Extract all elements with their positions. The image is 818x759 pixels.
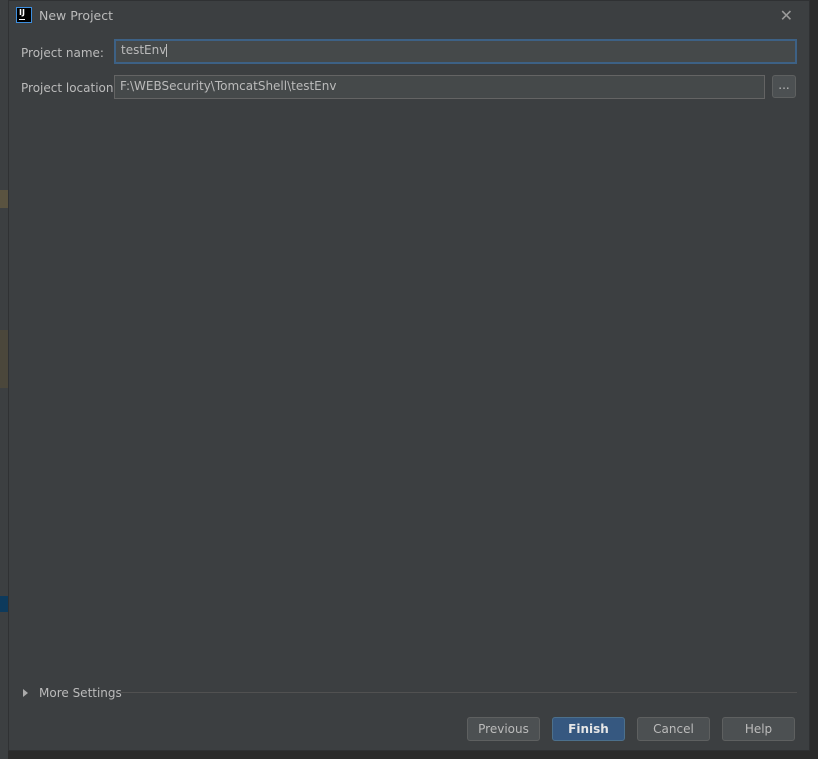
ide-background-highlight bbox=[0, 190, 8, 208]
close-icon[interactable]: ✕ bbox=[780, 6, 793, 25]
ide-background-highlight bbox=[0, 596, 8, 612]
text-caret bbox=[166, 44, 168, 57]
more-settings-toggle[interactable]: More Settings bbox=[23, 686, 122, 700]
previous-button[interactable]: Previous bbox=[467, 717, 540, 741]
divider bbox=[121, 692, 797, 693]
help-button[interactable]: Help bbox=[722, 717, 795, 741]
project-name-label: Project name: bbox=[21, 46, 104, 60]
project-name-input[interactable]: testEnv bbox=[114, 39, 797, 64]
browse-button[interactable]: ... bbox=[772, 75, 796, 98]
intellij-idea-icon: IJ bbox=[16, 7, 32, 23]
expand-triangle-icon bbox=[23, 689, 28, 697]
cancel-button[interactable]: Cancel bbox=[637, 717, 710, 741]
dialog-title: New Project bbox=[39, 8, 114, 23]
project-location-input[interactable]: F:\WEBSecurity\TomcatShell\testEnv bbox=[114, 75, 765, 99]
project-name-value: testEnv bbox=[121, 43, 167, 57]
ide-background-highlight bbox=[0, 330, 8, 388]
finish-button[interactable]: Finish bbox=[552, 717, 625, 741]
project-location-label: Project location: bbox=[21, 81, 118, 95]
more-settings-label: More Settings bbox=[39, 686, 122, 700]
new-project-dialog: IJ New Project ✕ Project name: testEnv P… bbox=[8, 0, 810, 751]
title-bar[interactable]: IJ New Project ✕ bbox=[9, 1, 809, 31]
